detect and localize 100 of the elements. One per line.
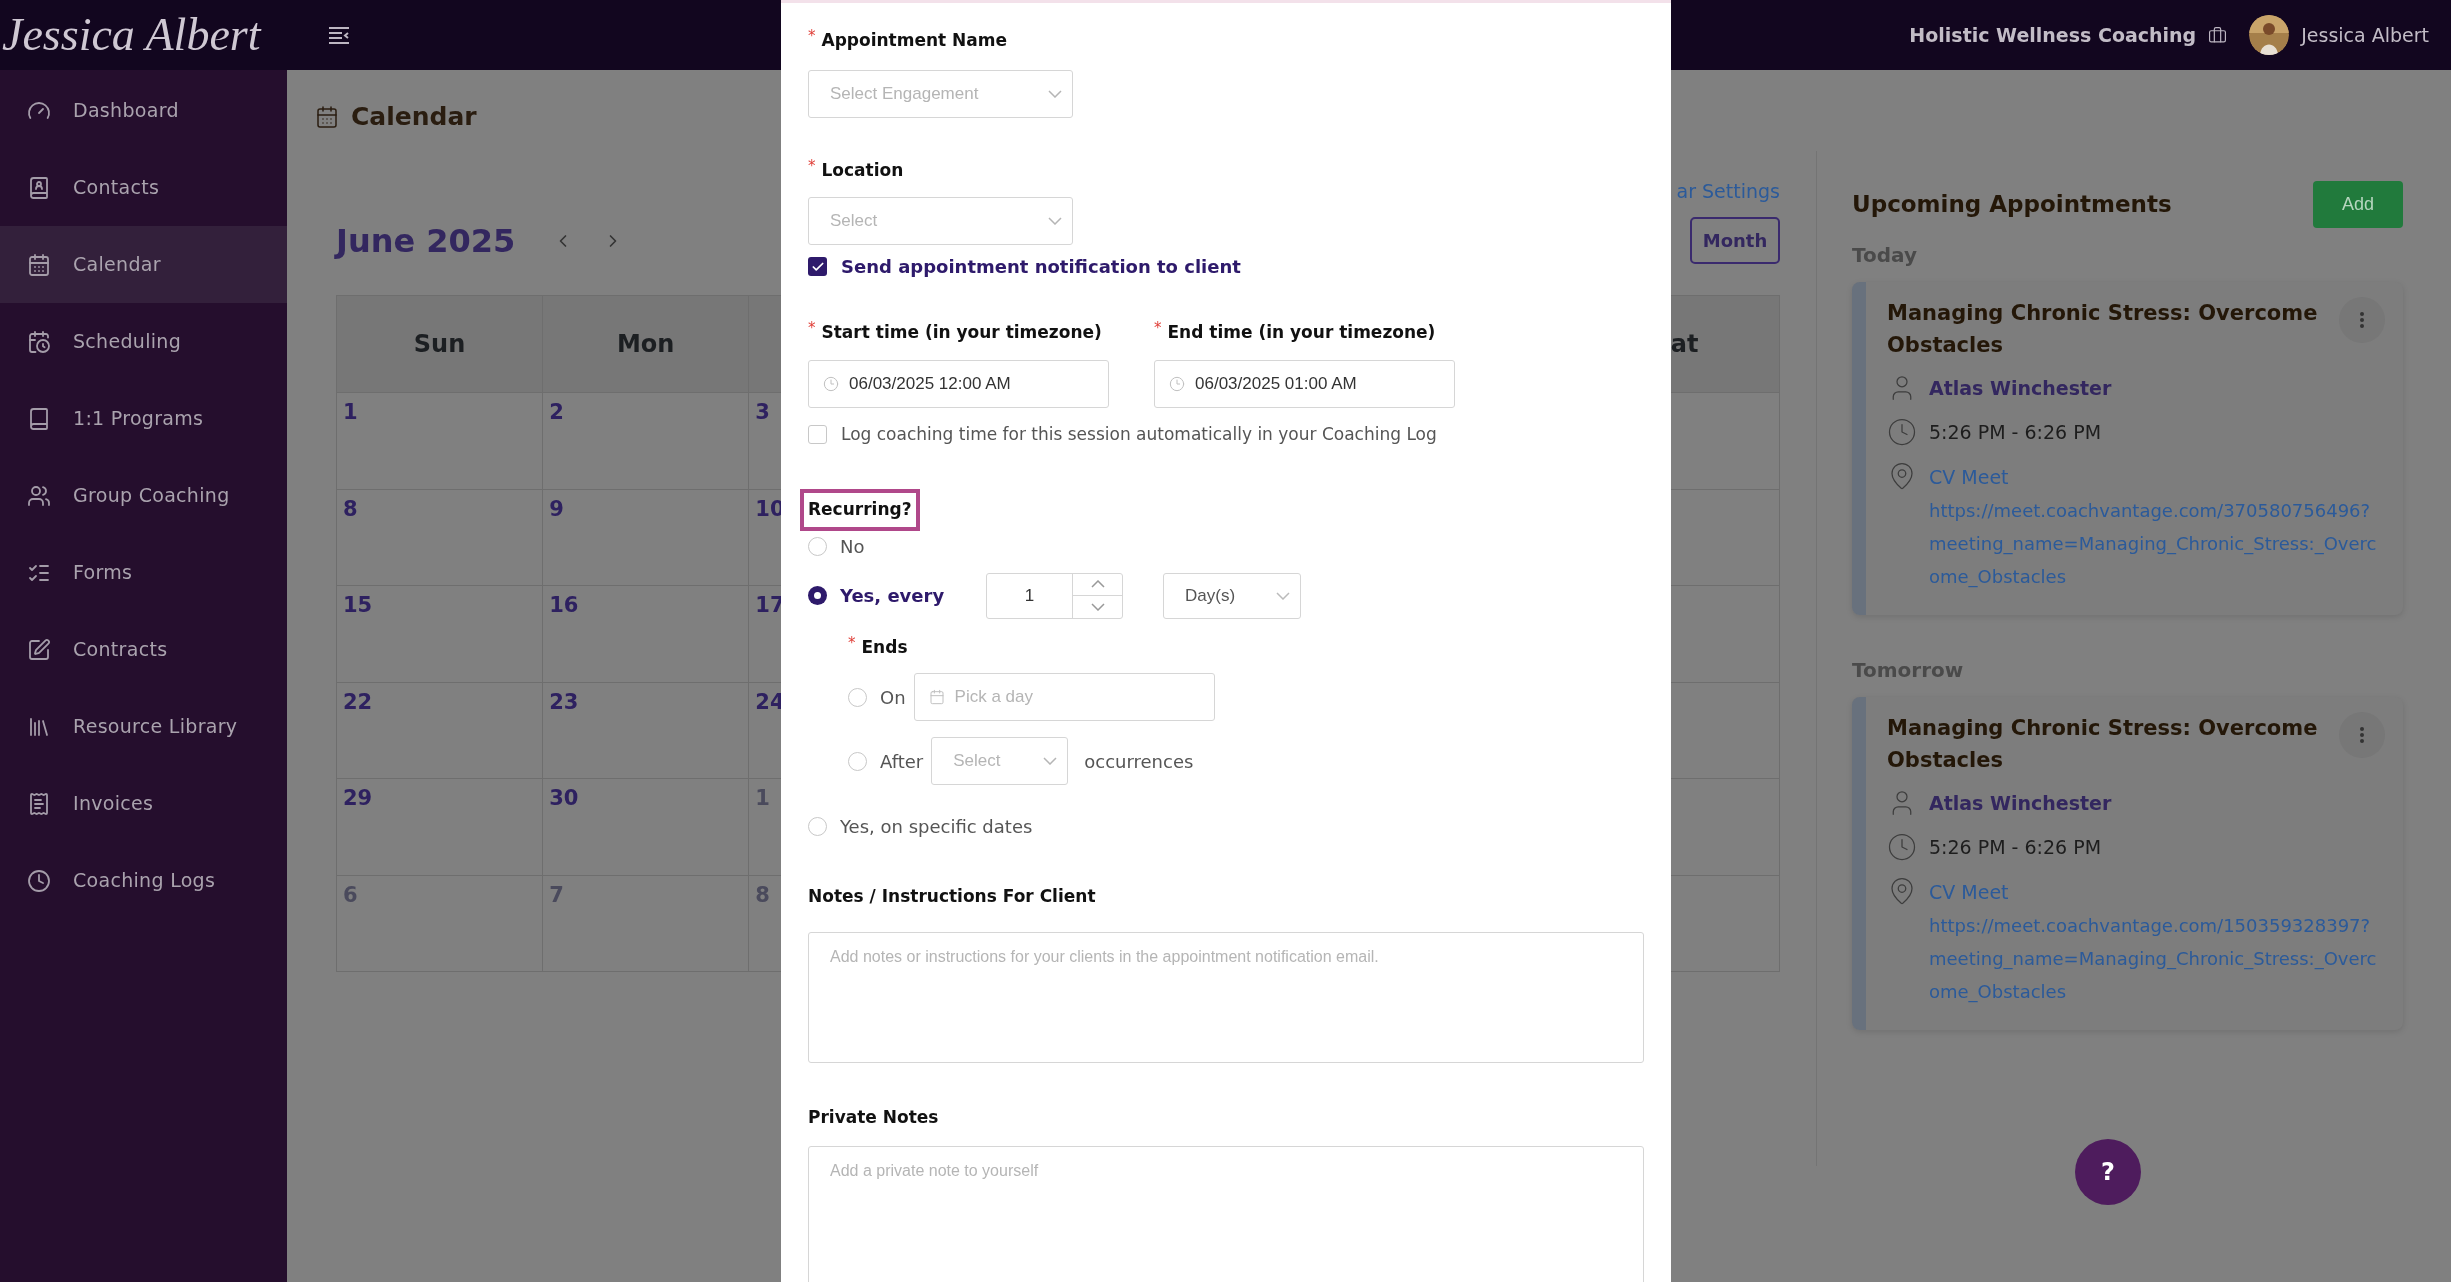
- number-stepper[interactable]: 1: [986, 572, 1123, 619]
- day-number[interactable]: 3: [755, 400, 770, 424]
- client-name[interactable]: Atlas Winchester: [1929, 373, 2112, 403]
- chevron-down-icon[interactable]: [1090, 602, 1105, 611]
- field-label: Location: [821, 158, 904, 182]
- radio-button[interactable]: [848, 751, 867, 771]
- radio-button[interactable]: [808, 536, 827, 556]
- calendar-icon: [928, 689, 945, 705]
- required-mark: *: [848, 635, 856, 651]
- add-button[interactable]: Add: [2313, 181, 2403, 228]
- chevron-up-icon[interactable]: [1090, 580, 1105, 589]
- appointment-time: 5:26 PM - 6:26 PM: [1929, 834, 2102, 860]
- field-label: Start time (in your timezone): [821, 321, 1102, 344]
- date-time-field[interactable]: 06/03/2025 12:00 AM: [808, 359, 1109, 408]
- chevron-down-icon: [1048, 89, 1062, 98]
- unit-select[interactable]: Day(s): [1163, 572, 1301, 619]
- radio-label: After: [880, 749, 924, 774]
- page-title: Calendar: [351, 101, 477, 134]
- day-number[interactable]: 1: [343, 400, 358, 424]
- radio-button[interactable]: [808, 817, 827, 836]
- chevron-down-icon: [1043, 757, 1058, 765]
- field-label: End time (in your timezone): [1167, 321, 1436, 344]
- checkbox[interactable]: [808, 424, 827, 444]
- help-button[interactable]: ?: [2075, 1139, 2141, 1205]
- clock-icon: [27, 868, 51, 893]
- appointment-card[interactable]: Managing Chronic Stress: Overcome Obstacles Atlas Winchester 5:26 PM - 6:26 PM CV Meet https://meet.coachvantage.com/150359328397?meeting_name=Managing_Chronic_Stress:_Overcome_Obstacles: [1852, 697, 2403, 1030]
- calendar-clock-icon: [27, 329, 51, 354]
- weekday-header: Sun: [412, 329, 467, 360]
- location-select[interactable]: Select: [808, 197, 1073, 245]
- radio-label: Yes, on specific dates: [840, 815, 1033, 839]
- appointment-title: Managing Chronic Stress: Overcome Obstacles: [1887, 300, 2319, 359]
- menu-icon[interactable]: [328, 26, 350, 44]
- sidebar-item[interactable]: Calendar: [0, 226, 287, 303]
- appointment-card[interactable]: Managing Chronic Stress: Overcome Obstacles Atlas Winchester 5:26 PM - 6:26 PM CV Meet https://meet.coachvantage.com/370580756496?meeting_name=Managing_Chronic_Stress:_Overcome_Obstacles: [1852, 282, 2403, 615]
- weekday-header: Mon: [615, 329, 676, 360]
- client-name[interactable]: Atlas Winchester: [1929, 788, 2112, 818]
- organization-name[interactable]: Holistic Wellness Coaching: [1909, 20, 2197, 50]
- sidebar-item[interactable]: Invoices: [0, 765, 287, 842]
- checkbox[interactable]: [808, 257, 827, 276]
- field-label: Appointment Name: [821, 29, 1008, 52]
- suffix-label: occurrences: [1084, 749, 1194, 774]
- sidebar-item[interactable]: Contracts: [0, 611, 287, 688]
- radio-button[interactable]: [808, 586, 827, 605]
- appointment-time: 5:26 PM - 6:26 PM: [1929, 419, 2102, 445]
- day-number[interactable]: 29: [343, 786, 373, 810]
- checkbox-label: Send appointment notification to client: [841, 255, 1241, 279]
- chevron-down-icon: [1276, 591, 1290, 600]
- clock-icon: [1887, 832, 1917, 862]
- day-number[interactable]: 8: [343, 496, 358, 521]
- notes-textarea[interactable]: Add notes or instructions for your clients in the appointment notification email.: [808, 931, 1644, 1063]
- calendar-icon: [315, 105, 339, 129]
- month-view-button[interactable]: Month: [1690, 217, 1780, 264]
- kebab-icon: [2360, 727, 2364, 743]
- date-field[interactable]: Pick a day: [913, 673, 1215, 721]
- weekday-header: at: [1669, 329, 1699, 360]
- day-number[interactable]: 9: [549, 496, 564, 521]
- sidebar-item[interactable]: 1:1 Programs: [0, 380, 287, 457]
- required-mark: *: [808, 321, 816, 336]
- clock-icon: [1887, 417, 1917, 447]
- occurrence-select[interactable]: Select: [931, 737, 1069, 785]
- checkbox-label: Log coaching time for this session automatically in your Coaching Log: [841, 422, 1437, 446]
- location-name: CV Meet: [1929, 880, 2010, 905]
- appointment-title: Managing Chronic Stress: Overcome Obstacles: [1887, 715, 2319, 774]
- day-number[interactable]: 23: [549, 689, 579, 714]
- receipt-icon: [27, 791, 51, 816]
- more-button[interactable]: [2339, 297, 2385, 343]
- sidebar-item[interactable]: Scheduling: [0, 303, 287, 380]
- logo[interactable]: Jessica Albert: [2, 7, 302, 63]
- sidebar-item[interactable]: Group Coaching: [0, 457, 287, 534]
- day-number[interactable]: 16: [549, 593, 579, 617]
- section-label: Recurring?: [800, 489, 920, 531]
- briefcase-icon[interactable]: [2208, 25, 2228, 45]
- sidebar-item[interactable]: Contacts: [0, 149, 287, 226]
- sidebar-item[interactable]: Forms: [0, 534, 287, 611]
- radio-label: No: [840, 534, 865, 559]
- contact-book-icon: [27, 175, 51, 200]
- day-number[interactable]: 2: [549, 400, 564, 424]
- pen-square-icon: [27, 637, 51, 662]
- date-time-field[interactable]: 06/03/2025 01:00 AM: [1154, 359, 1455, 408]
- chevron-down-icon: [1048, 217, 1062, 225]
- sidebar-item[interactable]: Dashboard: [0, 72, 287, 149]
- private-notes-textarea[interactable]: Add a private note to yourself: [808, 1146, 1644, 1282]
- field-label: Ends: [861, 635, 908, 659]
- engagement-select[interactable]: Select Engagement: [808, 69, 1073, 118]
- panel-title: Upcoming Appointments: [1852, 190, 2172, 220]
- radio-label: Yes, every: [840, 584, 945, 608]
- radio-button[interactable]: [848, 687, 867, 707]
- radio-label: On: [880, 685, 906, 710]
- calendar-icon: [27, 252, 51, 277]
- group-icon: [27, 483, 51, 508]
- day-number[interactable]: 15: [343, 593, 373, 617]
- sidebar-item[interactable]: Coaching Logs: [0, 842, 287, 919]
- day-number[interactable]: 30: [549, 786, 579, 810]
- required-mark: *: [808, 29, 816, 44]
- required-mark: *: [1154, 321, 1162, 336]
- user-name[interactable]: Jessica Albert: [2301, 20, 2429, 50]
- more-button[interactable]: [2339, 712, 2385, 758]
- book-icon: [27, 406, 51, 431]
- day-number[interactable]: 22: [343, 689, 373, 714]
- sidebar-item[interactable]: Resource Library: [0, 688, 287, 765]
